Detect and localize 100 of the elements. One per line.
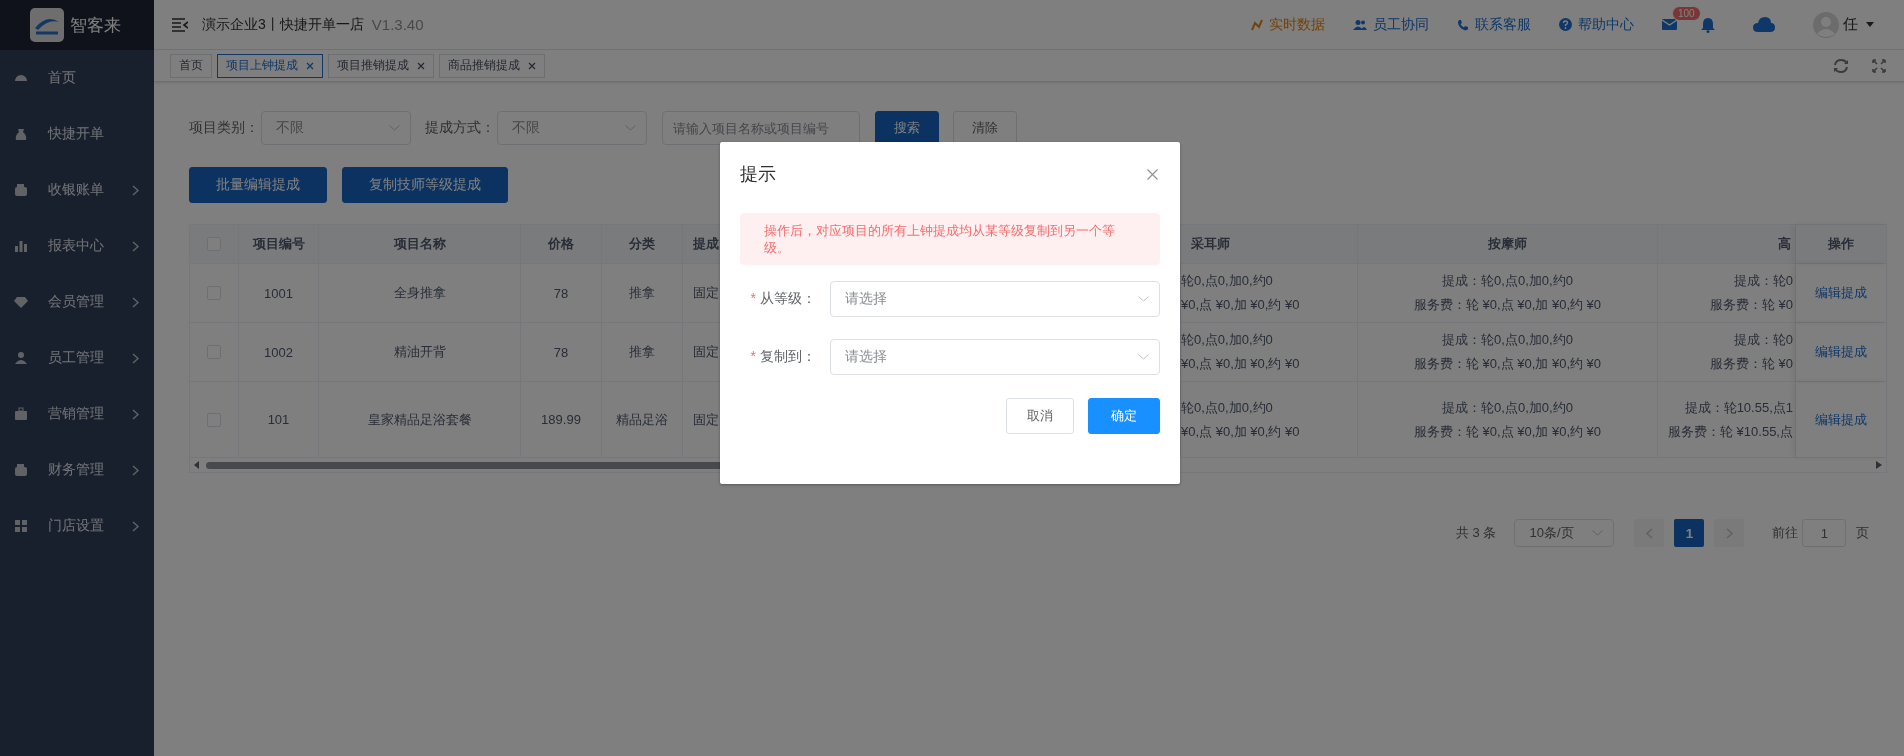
cancel-button[interactable]: 取消 [1006, 398, 1074, 434]
sidebar-item[interactable]: 收银账单 [0, 162, 154, 218]
user-icon [14, 351, 28, 365]
menu-icon[interactable] [172, 17, 188, 32]
scroll-right-icon[interactable] [1876, 461, 1882, 469]
scroll-left-icon[interactable] [194, 461, 200, 469]
close-icon[interactable] [417, 61, 425, 70]
table-cell: 1001 [239, 264, 319, 322]
page-tab[interactable]: 项目推销提成 [328, 53, 434, 78]
bell-icon[interactable] [1701, 16, 1715, 33]
page-tab[interactable]: 商品推销提成 [439, 53, 545, 78]
table-cell: ¥0,点 ¥0,加 ¥0,约 ¥0 [1181, 296, 1300, 314]
table-cell: 服务费：轮 ¥0,点 ¥0,加 ¥0,约 ¥0 [1413, 355, 1602, 373]
table-cell: 78 [521, 323, 602, 381]
total-count: 共 3 条 [1456, 524, 1497, 542]
table-cell: 服务费：轮 ¥0 [1709, 355, 1793, 373]
column-header: 价格 [521, 225, 602, 263]
close-icon[interactable] [528, 61, 536, 70]
sidebar-item[interactable]: 门店设置 [0, 498, 154, 554]
diamond-icon [14, 295, 28, 309]
header-link[interactable]: 员工协同 [1353, 15, 1429, 34]
caret-icon[interactable] [1866, 22, 1874, 27]
column-header: 按摩师 [1358, 225, 1658, 263]
chevron-down-icon [1592, 530, 1604, 536]
fullscreen-icon[interactable] [1872, 58, 1886, 73]
table-cell: 精品足浴 [602, 382, 683, 457]
column-header: 采耳师 [1181, 225, 1358, 263]
wallet-icon [14, 463, 28, 477]
chevron-right-icon [1725, 527, 1733, 539]
refresh-icon[interactable] [1833, 58, 1849, 73]
table-cell: 提成：轮10.55,点1 [1684, 398, 1793, 417]
table-cell: 服务费：轮 ¥0,点 ¥0,加 ¥0,约 ¥0 [1413, 422, 1602, 441]
chevron-down-icon [1138, 354, 1149, 360]
sidebar-item[interactable]: 会员管理 [0, 274, 154, 330]
sidebar-item[interactable]: 快捷开单 [0, 106, 154, 162]
field-label: 从等级： [760, 290, 816, 306]
header-link[interactable]: 实时数据 [1251, 15, 1325, 34]
header-link[interactable]: 帮助中心 [1559, 15, 1634, 34]
grid-icon [14, 519, 28, 533]
confirm-button[interactable]: 确定 [1088, 398, 1160, 434]
close-icon[interactable] [306, 61, 314, 70]
field-label: 复制到： [760, 348, 816, 364]
table-cell: ¥0,点 ¥0,加 ¥0,约 ¥0 [1181, 422, 1300, 441]
help-icon [1559, 18, 1572, 31]
logo-icon [30, 8, 64, 42]
goto-label: 前往 [1772, 524, 1799, 542]
mail-icon[interactable] [1662, 19, 1677, 30]
table-cell: 1002 [239, 323, 319, 381]
unread-badge: 100 [1672, 6, 1701, 21]
table-cell: 提成：轮0,点0,加0,约0 [1442, 331, 1573, 349]
page-input[interactable]: 1 [1802, 519, 1847, 547]
table-cell: 101 [239, 382, 319, 457]
phone-icon [1457, 18, 1469, 31]
edit-link[interactable]: 编辑提成 [1815, 284, 1867, 302]
required-mark: * [750, 290, 756, 306]
store-title: 演示企业3丨快捷开单一店 [202, 15, 364, 34]
column-header: 项目编号 [239, 225, 319, 263]
table-cell: 服务费：轮 ¥0,点 ¥0,加 ¥0,约 ¥0 [1413, 296, 1602, 314]
table-cell: 推拿 [602, 264, 683, 322]
sidebar-item[interactable]: 财务管理 [0, 442, 154, 498]
table-cell: 皇家精品足浴套餐 [319, 382, 521, 457]
sidebar-item[interactable]: 报表中心 [0, 218, 154, 274]
table-cell: 189.99 [521, 382, 602, 457]
header-link[interactable]: 联系客服 [1457, 15, 1531, 34]
page-size-select[interactable]: 10条/页 [1514, 519, 1615, 547]
table-cell: 78 [521, 264, 602, 322]
table-cell: 服务费：轮 ¥0 [1709, 296, 1793, 314]
sidebar-item[interactable]: 营销管理 [0, 386, 154, 442]
edit-link[interactable]: 编辑提成 [1815, 410, 1867, 429]
sidebar-item[interactable]: 员工管理 [0, 330, 154, 386]
table-cell: 轮0,点0,加0,约0 [1181, 398, 1273, 417]
warning-alert: 操作后，对应项目的所有上钟提成均从某等级复制到另一个等级。 [740, 213, 1160, 265]
table-cell: 轮0,点0,加0,约0 [1181, 272, 1273, 290]
user-menu[interactable]: 任 [1843, 15, 1858, 34]
action-button[interactable]: 复制技师等级提成 [342, 167, 508, 203]
page-tab[interactable]: 项目上钟提成 [217, 53, 323, 78]
briefcase-icon [14, 407, 28, 421]
bag-icon [14, 127, 28, 141]
sidebar-item[interactable]: 首页 [0, 50, 154, 106]
table-cell: 精油开背 [319, 323, 521, 381]
column-header: 分类 [602, 225, 683, 263]
clear-button[interactable]: 清除 [953, 111, 1017, 145]
column-header: 高 [1658, 225, 1796, 263]
column-header: 操作 [1796, 225, 1887, 263]
required-mark: * [750, 348, 756, 364]
table-cell: 提成：轮0 [1733, 331, 1793, 349]
people-icon [1353, 18, 1367, 31]
search-button[interactable]: 搜索 [875, 111, 939, 145]
page-tab[interactable]: 首页 [170, 53, 212, 78]
action-button[interactable]: 批量编辑提成 [189, 167, 327, 203]
app-name: 智客来 [70, 14, 121, 37]
close-icon[interactable] [1147, 168, 1158, 180]
level-select[interactable]: 请选择 [830, 339, 1160, 375]
edit-link[interactable]: 编辑提成 [1815, 343, 1867, 361]
filter-label: 项目类别： [189, 119, 259, 137]
page-number[interactable]: 1 [1674, 519, 1705, 547]
table-cell: ¥0,点 ¥0,加 ¥0,约 ¥0 [1181, 355, 1300, 373]
cloud-icon[interactable] [1753, 17, 1775, 32]
level-select[interactable]: 请选择 [830, 281, 1160, 317]
table-cell: 推拿 [602, 323, 683, 381]
